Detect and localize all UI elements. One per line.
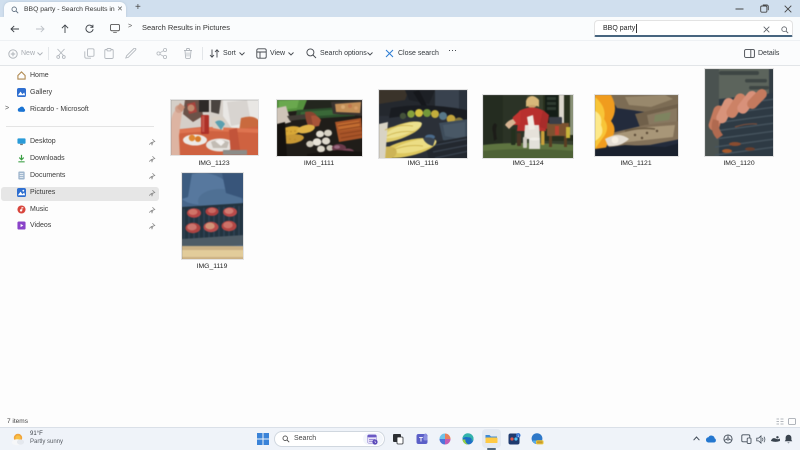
- svg-text:1: 1: [517, 434, 519, 438]
- svg-text:T: T: [419, 437, 423, 444]
